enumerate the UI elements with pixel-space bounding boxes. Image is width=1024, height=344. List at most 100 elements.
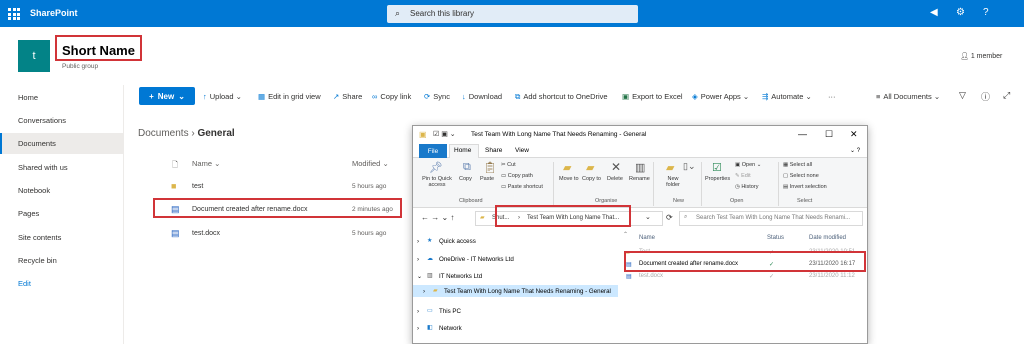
- help-icon[interactable]: ?: [983, 7, 989, 18]
- highlight-box: [55, 35, 142, 61]
- nav-item-site-contents[interactable]: Site contents: [18, 233, 61, 242]
- site-logo[interactable]: t: [18, 40, 50, 72]
- open-button[interactable]: ▣ Open ⌄: [735, 162, 761, 168]
- copy-link-button[interactable]: ∞ Copy link: [372, 92, 411, 101]
- invert-selection-button[interactable]: ▤ Invert selection: [783, 184, 827, 190]
- share-icon: ↗: [333, 92, 340, 101]
- share-button[interactable]: ↗ Share: [333, 92, 362, 101]
- nav-quick-access[interactable]: Quick access: [439, 238, 476, 245]
- address-dropdown-icon[interactable]: ⌄: [645, 213, 651, 221]
- delete-button[interactable]: Delete: [607, 176, 623, 182]
- automate-button[interactable]: ⇶ Automate ⌄: [762, 92, 812, 101]
- delete-icon: ✕: [611, 160, 622, 174]
- automate-label: Automate: [771, 92, 804, 101]
- nav-item-home[interactable]: Home: [18, 93, 38, 102]
- nav-team-folder[interactable]: Test Team With Long Name That Needs Rena…: [444, 288, 611, 295]
- gear-icon[interactable]: ⚙: [956, 7, 965, 18]
- expand-icon[interactable]: ›: [417, 256, 419, 263]
- site-type: Public group: [62, 63, 99, 70]
- column-name[interactable]: Name: [639, 235, 655, 241]
- quick-access-toolbar-icon[interactable]: ☑ ▣ ⌄: [433, 130, 456, 138]
- tab-file[interactable]: File: [419, 144, 447, 158]
- row-name[interactable]: test: [192, 183, 203, 190]
- highlight-box: [495, 205, 631, 227]
- nav-item-notebook[interactable]: Notebook: [18, 186, 50, 195]
- breadcrumb-root[interactable]: Documents: [138, 128, 189, 139]
- nav-this-pc[interactable]: This PC: [439, 308, 461, 315]
- nav-item-recycle-bin[interactable]: Recycle bin: [18, 256, 57, 265]
- paste-shortcut-button[interactable]: ▭ Paste shortcut: [501, 184, 543, 190]
- nav-item-shared[interactable]: Shared with us: [18, 163, 68, 172]
- refresh-icon[interactable]: ⟳: [666, 213, 673, 222]
- megaphone-icon[interactable]: ◀: [930, 7, 938, 18]
- new-folder-button[interactable]: New folder: [660, 176, 686, 188]
- collapse-icon[interactable]: ⌄: [417, 273, 422, 280]
- grid-view-button[interactable]: ▦ Edit in grid view: [258, 92, 321, 101]
- properties-button[interactable]: Properties: [705, 176, 730, 182]
- rename-button[interactable]: Rename: [629, 176, 650, 182]
- new-button[interactable]: + New ⌄: [139, 87, 195, 105]
- highlight-box: [624, 251, 866, 272]
- nav-network[interactable]: Network: [439, 325, 462, 332]
- select-all-button[interactable]: ▦ Select all: [783, 162, 812, 168]
- sync-icon: ⟳: [424, 92, 431, 101]
- search-box[interactable]: ⌕ Search this library: [387, 5, 638, 23]
- download-button[interactable]: ↓ Download: [462, 92, 502, 101]
- expand-icon[interactable]: ⤢: [1003, 90, 1010, 101]
- new-item-icon[interactable]: ▯⌄: [683, 161, 696, 172]
- info-icon[interactable]: ⓘ: [981, 90, 990, 103]
- tab-view[interactable]: View: [515, 147, 529, 154]
- filter-icon[interactable]: ▽: [959, 90, 966, 101]
- file-name[interactable]: test.docx: [639, 273, 663, 279]
- nav-onedrive[interactable]: OneDrive - IT Networks Ltd: [439, 256, 514, 263]
- history-button[interactable]: ◷ History: [735, 184, 758, 190]
- app-name[interactable]: SharePoint: [30, 8, 78, 18]
- copy-button[interactable]: Copy: [459, 176, 472, 182]
- explorer-search[interactable]: ⌕ Search Test Team With Long Name That N…: [679, 211, 863, 226]
- expand-icon[interactable]: ›: [417, 238, 419, 245]
- ribbon: 📌︎ Pin to Quick access ⧉ Copy 📋︎ Paste ✂…: [413, 158, 867, 208]
- nav-item-documents[interactable]: Documents: [18, 139, 56, 148]
- shortcut-label: Add shortcut to OneDrive: [523, 92, 608, 101]
- tab-home[interactable]: Home: [454, 147, 471, 154]
- ribbon-divider: [778, 162, 779, 206]
- help-icon[interactable]: ⌄ ?: [850, 147, 860, 154]
- move-to-button[interactable]: Move to: [559, 176, 579, 182]
- tab-share[interactable]: Share: [485, 147, 502, 154]
- cut-button[interactable]: ✂ Cut: [501, 162, 516, 168]
- sort-icon: ⌃: [623, 232, 629, 238]
- copy-to-button[interactable]: Copy to: [582, 176, 601, 182]
- folder-icon: ▰: [480, 215, 485, 221]
- more-button[interactable]: ···: [828, 92, 836, 101]
- paste-button[interactable]: Paste: [480, 176, 494, 182]
- power-apps-button[interactable]: ◈ Power Apps ⌄: [692, 92, 749, 101]
- nav-arrows[interactable]: ← → ⌄ ↑: [421, 213, 454, 222]
- upload-button[interactable]: ↑ Upload ⌄: [203, 92, 242, 101]
- close-icon[interactable]: ✕: [850, 129, 858, 140]
- expand-icon[interactable]: ›: [417, 308, 419, 315]
- app-launcher-icon[interactable]: [8, 8, 20, 20]
- nav-edit-link[interactable]: Edit: [18, 279, 31, 288]
- expand-icon[interactable]: ›: [423, 288, 425, 295]
- column-name[interactable]: Name ⌄: [192, 159, 220, 168]
- nav-item-pages[interactable]: Pages: [18, 209, 39, 218]
- row-name[interactable]: test.docx: [192, 230, 220, 237]
- sync-button[interactable]: ⟳ Sync: [424, 92, 450, 101]
- select-none-button[interactable]: ▢ Select none: [783, 173, 819, 179]
- nav-item-conversations[interactable]: Conversations: [18, 116, 66, 125]
- minimize-icon[interactable]: —: [798, 129, 807, 139]
- export-excel-button[interactable]: ▣ Export to Excel: [622, 92, 683, 101]
- view-selector[interactable]: ≡ All Documents ⌄: [876, 92, 940, 101]
- copy-path-button[interactable]: ▭ Copy path: [501, 173, 533, 179]
- nav-it-networks[interactable]: IT Networks Ltd: [439, 273, 482, 280]
- column-modified[interactable]: Modified ⌄: [352, 159, 389, 168]
- add-shortcut-button[interactable]: ⧉ Add shortcut to OneDrive: [515, 92, 608, 102]
- open-label: Open: [741, 162, 756, 168]
- members-button[interactable]: 👤︎ 1 member: [960, 52, 1002, 60]
- edit-button[interactable]: ✎ Edit: [735, 173, 751, 179]
- maximize-icon[interactable]: ☐: [825, 129, 833, 140]
- column-status[interactable]: Status: [767, 235, 784, 241]
- pin-quick-access-button[interactable]: Pin to Quick access: [417, 176, 457, 188]
- expand-icon[interactable]: ›: [417, 325, 419, 332]
- column-date[interactable]: Date modified: [809, 235, 846, 241]
